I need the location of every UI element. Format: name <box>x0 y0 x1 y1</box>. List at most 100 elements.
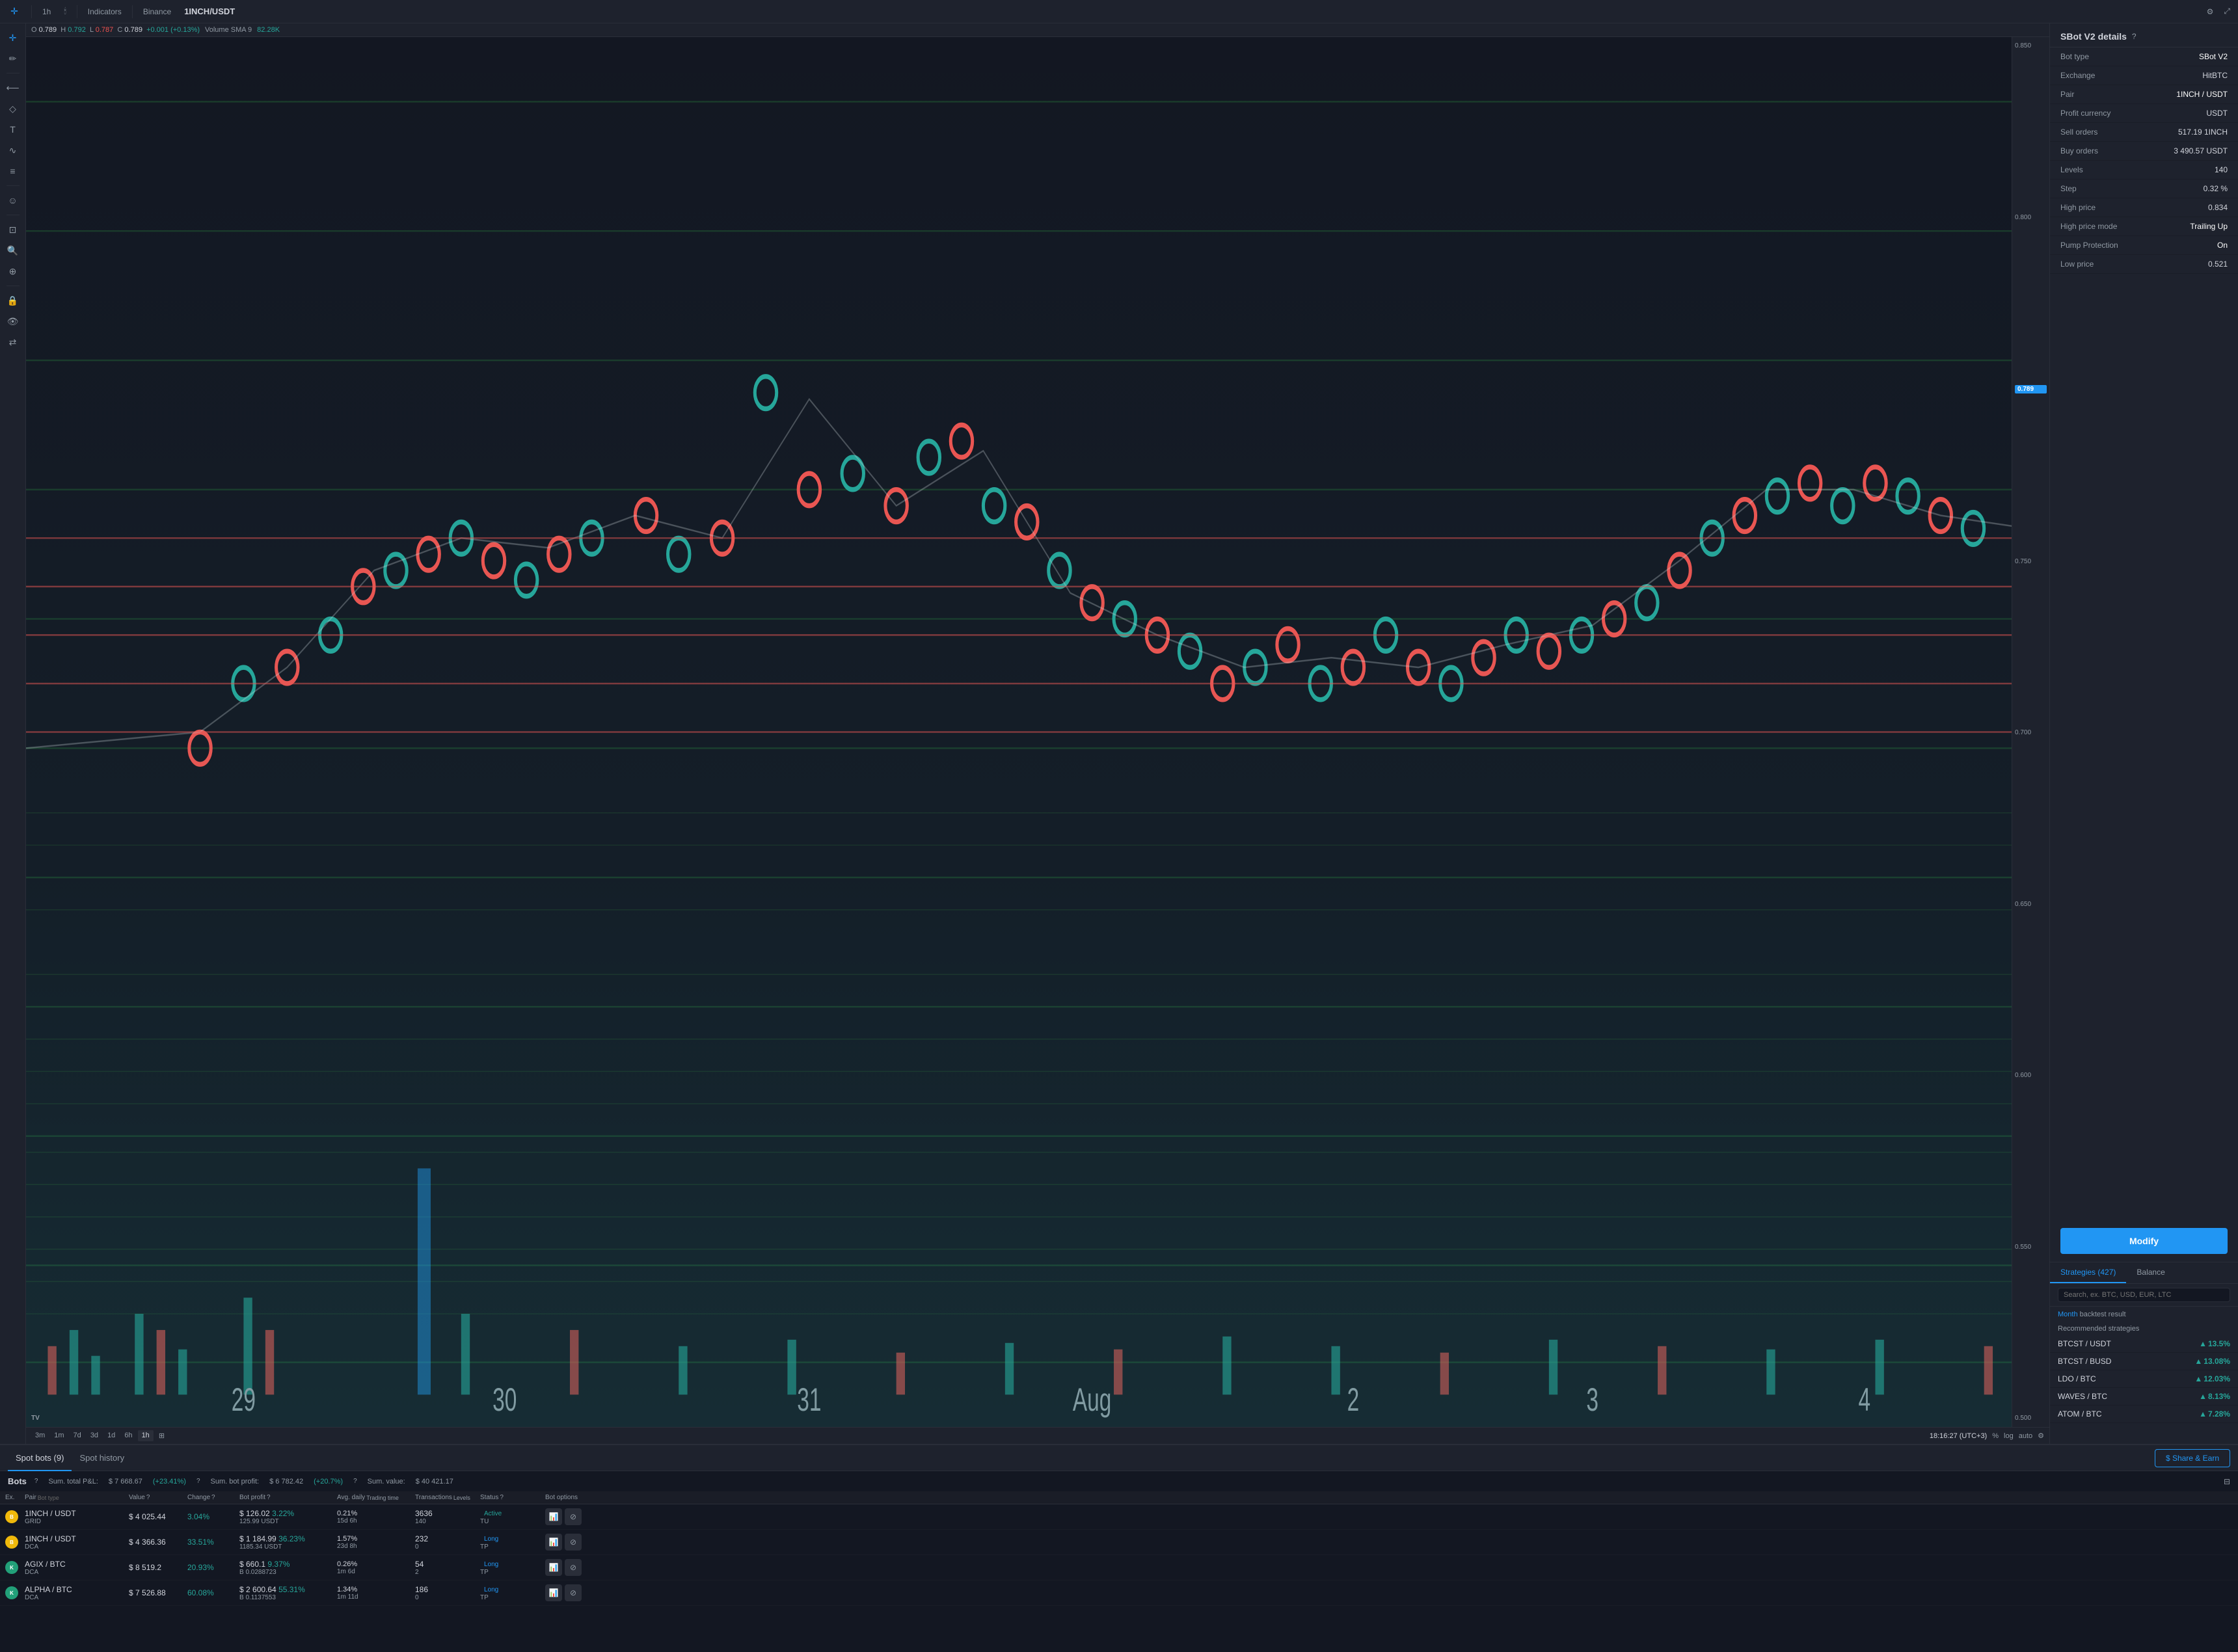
tf-6h[interactable]: 6h <box>120 1430 136 1441</box>
text-tool[interactable]: T <box>4 120 22 139</box>
chart-bottom: 3m 1m 7d 3d 1d 6h 1h ⊞ 18:16:27 (UTC+3) … <box>26 1427 2049 1444</box>
backtest-text: backtest result <box>2080 1311 2126 1318</box>
tab-spot-history[interactable]: Spot history <box>72 1445 132 1471</box>
profit-pct-3: 9.37% <box>267 1560 290 1569</box>
sync-tool[interactable]: ⇄ <box>4 333 22 351</box>
ruler-tool[interactable]: ⊡ <box>4 220 22 239</box>
share-earn-button[interactable]: $ Share & Earn <box>2155 1449 2230 1467</box>
chart-btn-4[interactable]: 📊 <box>545 1584 562 1601</box>
profit-value: $ 6 782.42 <box>269 1478 303 1485</box>
filter-icon[interactable]: ⊟ <box>2224 1477 2230 1486</box>
tf-7d[interactable]: 7d <box>70 1430 85 1441</box>
strategy-item-waves-btc[interactable]: WAVES / BTC ▲8.13% <box>2050 1388 2238 1406</box>
value-4: $ 7 526.88 <box>129 1588 187 1597</box>
timeframe-btn[interactable]: 1h <box>40 6 53 18</box>
price-level-700: 0.700 <box>2015 729 2047 736</box>
tf-3m[interactable]: 3m <box>31 1430 49 1441</box>
tf-compare[interactable]: ⊞ <box>155 1430 169 1441</box>
pnl-value: $ 7 668.67 <box>109 1478 142 1485</box>
levels-value: 140 <box>2215 165 2228 174</box>
log-option[interactable]: log <box>2004 1432 2014 1440</box>
zoom-tool[interactable]: 🔍 <box>4 241 22 260</box>
magnet-tool[interactable]: ⊕ <box>4 262 22 280</box>
emoji-tool[interactable]: ☺ <box>4 191 22 209</box>
tab-spot-bots[interactable]: Spot bots (9) <box>8 1445 72 1471</box>
patterns-tool[interactable]: ∿ <box>4 141 22 159</box>
chart-btn-1[interactable]: 📊 <box>545 1508 562 1525</box>
price-level-850: 0.850 <box>2015 42 2047 49</box>
strategy-search-input[interactable] <box>2058 1288 2230 1302</box>
tab-balance[interactable]: Balance <box>2126 1262 2175 1283</box>
tf-3d[interactable]: 3d <box>87 1430 102 1441</box>
strategy-item-atom-btc[interactable]: ATOM / BTC ▲7.28% <box>2050 1406 2238 1423</box>
candle-type-btn[interactable]: 🕯 <box>61 5 68 18</box>
profit-sub-2: 1185.34 USDT <box>239 1543 337 1551</box>
pnl-pct: (+23.41%) <box>153 1478 186 1485</box>
step-value: 0.32 % <box>2204 184 2228 193</box>
kucoin-icon-4: K <box>5 1586 18 1599</box>
high-price-value: 0.834 <box>2208 203 2228 212</box>
value-info-icon[interactable]: ? <box>353 1478 357 1485</box>
tx-2: 232 0 <box>415 1534 480 1551</box>
chart-container[interactable]: 29 30 31 Aug 2 3 4 0.850 0.800 0.789 0.7… <box>26 37 2049 1427</box>
fullscreen-btn[interactable]: ⤢ <box>2221 5 2233 18</box>
strategy-item-btcst-busd[interactable]: BTCST / BUSD ▲13.08% <box>2050 1353 2238 1370</box>
strategy-pct: ▲13.5% <box>2199 1339 2230 1348</box>
low-price-value: 0.521 <box>2208 260 2228 269</box>
pnl-info-icon[interactable]: ? <box>34 1478 38 1485</box>
chart-btn-2[interactable]: 📊 <box>545 1534 562 1551</box>
price-level-800: 0.800 <box>2015 214 2047 221</box>
crosshair-tool[interactable]: ✛ <box>5 3 23 21</box>
lock-tool[interactable]: 🔒 <box>4 291 22 310</box>
backtest-label: Month backtest result <box>2050 1307 2238 1322</box>
settings-gear[interactable]: ⚙ <box>2038 1432 2044 1440</box>
avg-daily-1: 0.21% <box>337 1510 415 1517</box>
tx-sub-3: 2 <box>415 1569 480 1576</box>
low-price-label: Low price <box>2060 260 2094 269</box>
shapes-tool[interactable]: ◇ <box>4 100 22 118</box>
tf-1m[interactable]: 1m <box>50 1430 68 1441</box>
volume-label: Volume SMA 9 <box>205 26 252 34</box>
profit-main-4: $ 2 600.64 <box>239 1585 276 1594</box>
settings-btn[interactable]: ⚙ <box>2204 5 2217 18</box>
profit-pct-4: 55.31% <box>278 1585 305 1594</box>
strategy-item-ldo-btc[interactable]: LDO / BTC ▲12.03% <box>2050 1370 2238 1388</box>
modify-button[interactable]: Modify <box>2060 1228 2228 1254</box>
stop-btn-4[interactable]: ⊘ <box>565 1584 582 1601</box>
auto-option[interactable]: auto <box>2019 1432 2032 1440</box>
bot-details: Bot type SBot V2 Exchange HitBTC Pair 1I… <box>2050 47 2238 1220</box>
exchange-icon-2: B <box>5 1536 25 1549</box>
pen-tool[interactable]: ✏ <box>4 49 22 68</box>
help-icon[interactable]: ? <box>2132 32 2137 41</box>
profit-label: Sum. bot profit: <box>211 1478 260 1485</box>
low-label: L <box>90 26 94 34</box>
profit-info-icon[interactable]: ? <box>196 1478 200 1485</box>
pump-protection-label: Pump Protection <box>2060 241 2118 250</box>
detail-high-price-mode: High price mode Trailing Up <box>2050 217 2238 236</box>
sell-orders-label: Sell orders <box>2060 127 2097 137</box>
eye-tool[interactable]: 👁 <box>4 312 22 330</box>
avg-daily-3: 0.26% <box>337 1560 415 1568</box>
tab-strategies[interactable]: Strategies (427) <box>2050 1262 2126 1283</box>
tf-1d[interactable]: 1d <box>103 1430 119 1441</box>
avg-2: 1.57% 23d 8h <box>337 1535 415 1550</box>
detail-step: Step 0.32 % <box>2050 180 2238 198</box>
cursor-tool[interactable]: ✛ <box>4 29 22 47</box>
tx-main-4: 186 <box>415 1585 480 1594</box>
bot-options-1: 📊 ⊘ <box>545 1508 597 1525</box>
measure-tool[interactable]: ≡ <box>4 162 22 180</box>
stop-btn-1[interactable]: ⊘ <box>565 1508 582 1525</box>
tf-1h[interactable]: 1h <box>138 1430 154 1441</box>
change-value: +0.001 (+0.13%) <box>146 26 200 34</box>
bot-options-4: 📊 ⊘ <box>545 1584 597 1601</box>
strategy-item-btcst-usdt[interactable]: BTCST / USDT ▲13.5% <box>2050 1335 2238 1353</box>
high-label: H <box>61 26 66 34</box>
chart-btn-3[interactable]: 📊 <box>545 1559 562 1576</box>
avg-1: 0.21% 15d 6h <box>337 1510 415 1525</box>
status-badge-3: Long <box>480 1560 502 1569</box>
indicators-btn[interactable]: Indicators <box>85 6 124 18</box>
pct-option[interactable]: % <box>1992 1432 1999 1440</box>
stop-btn-2[interactable]: ⊘ <box>565 1534 582 1551</box>
stop-btn-3[interactable]: ⊘ <box>565 1559 582 1576</box>
lines-tool[interactable]: ⟵ <box>4 79 22 97</box>
